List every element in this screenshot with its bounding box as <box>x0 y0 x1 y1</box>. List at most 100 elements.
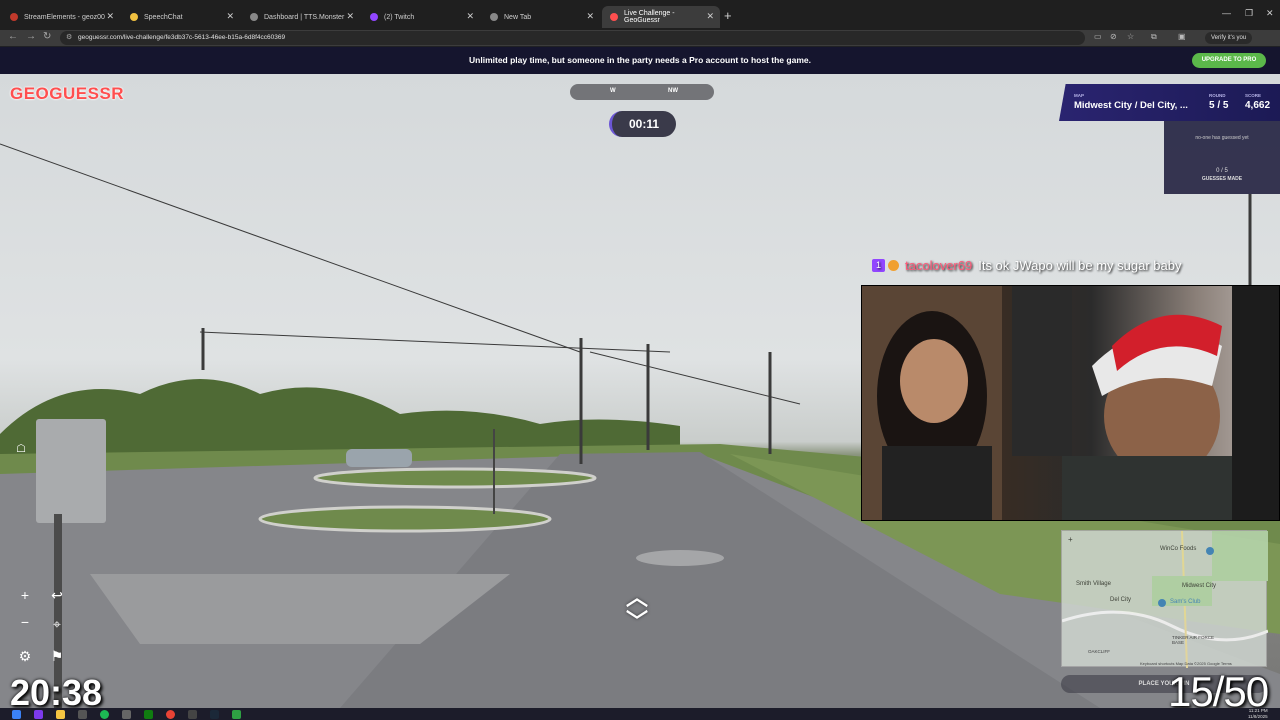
windows-start-icon[interactable] <box>12 710 21 719</box>
extensions-icon[interactable]: ⧉ <box>1151 32 1157 42</box>
chat-message: 1 tacolover69 Its ok JWapo will be my su… <box>872 258 1181 273</box>
round-timer: 00:11 <box>609 111 676 137</box>
obs-icon[interactable] <box>188 710 197 719</box>
undo-move-icon[interactable]: ↩ <box>46 584 68 606</box>
guess-note: no-one has guessed yet <box>1195 135 1249 141</box>
compass-west: W <box>610 88 616 94</box>
close-icon[interactable]: ✕ <box>346 11 354 22</box>
url-field[interactable]: ⚙ geoguessr.com/live-challenge/fe3db37c-… <box>60 31 1085 45</box>
round-label: ROUND <box>1209 93 1226 98</box>
steam-icon[interactable] <box>210 710 219 719</box>
score-value: 4,662 <box>1245 100 1271 111</box>
sidebar-icon[interactable]: ▣ <box>1178 32 1186 41</box>
parked-van <box>346 449 412 467</box>
minimize-icon[interactable]: — <box>1222 8 1231 18</box>
window-close-icon[interactable]: ✕ <box>1266 8 1274 19</box>
settings-gear-icon[interactable]: ⚙ <box>14 645 36 667</box>
minimap-label-tinker-afb: TINKER AIR FORCE BASE <box>1172 635 1215 645</box>
tab-tts-monster[interactable]: Dashboard | TTS.Monster ✕ <box>242 6 360 28</box>
back-arrow-icon[interactable]: ← <box>8 31 18 42</box>
eye-off-icon[interactable]: ⊘ <box>1110 32 1117 41</box>
app-icon[interactable] <box>34 710 43 719</box>
gift-badge-icon <box>888 260 899 271</box>
star-icon[interactable]: ☆ <box>1127 32 1134 41</box>
minimap-label-del-city: Del City <box>1110 597 1132 603</box>
round-value: 5 / 5 <box>1209 100 1229 111</box>
tab-twitch[interactable]: (2) Twitch ✕ <box>362 6 480 28</box>
close-icon[interactable]: ✕ <box>706 11 714 22</box>
chrome-icon <box>490 13 498 21</box>
guess-minimap[interactable]: + WinCo Foods Smith Village Midwest City… <box>1061 530 1268 668</box>
speechchat-icon <box>130 13 138 21</box>
map-value: Midwest City / Del City, ... <box>1074 100 1188 111</box>
webcam-feed <box>861 285 1280 521</box>
app-icon[interactable] <box>122 710 131 719</box>
streamelements-icon <box>10 13 18 21</box>
webcam-drawing <box>862 286 1279 520</box>
report-icon[interactable]: ☖ <box>10 438 32 460</box>
close-icon[interactable]: ✕ <box>106 11 114 22</box>
median-back <box>313 467 597 489</box>
flag-checkpoint-icon[interactable]: ⚑ <box>46 645 68 667</box>
tab-streamelements[interactable]: StreamElements - geoz00 ✕ <box>2 6 120 28</box>
score-label: SCORE <box>1245 93 1262 98</box>
chrome-icon[interactable] <box>166 710 175 719</box>
map-label: MAP <box>1074 93 1084 98</box>
guesses-count: 0 / 5 <box>1216 168 1228 174</box>
guesses-panel: no-one has guessed yet 0 / 5 GUESSES MAD… <box>1164 121 1280 194</box>
close-icon[interactable]: ✕ <box>466 11 474 22</box>
twitch-icon <box>370 13 378 21</box>
xbox-icon[interactable] <box>144 710 153 719</box>
maximize-icon[interactable]: ❐ <box>1245 8 1253 19</box>
profile-button[interactable]: Verify it's you <box>1205 32 1253 44</box>
chat-username: tacolover69 <box>905 258 973 273</box>
power-lines <box>0 143 801 405</box>
sign-back <box>36 419 106 523</box>
cast-icon[interactable]: ▭ <box>1094 32 1102 41</box>
tab-speechchat[interactable]: SpeechChat ✕ <box>122 6 240 28</box>
tts-monster-icon <box>250 13 258 21</box>
spotify-icon[interactable] <box>100 710 109 719</box>
forward-arrow-icon[interactable]: → <box>26 31 36 42</box>
chat-text: Its ok JWapo will be my sugar baby <box>978 258 1182 273</box>
geoguessr-logo[interactable]: GEOGUESSR <box>10 84 124 104</box>
minimap-label-sams-club: Sam's Club <box>1170 599 1201 605</box>
shop-pin-icon <box>1206 547 1214 555</box>
tab-geoguessr[interactable]: Live Challenge - GeoGuessr ✕ <box>602 6 720 28</box>
game-status-panel: MAP Midwest City / Del City, ... ROUND 5… <box>1059 84 1280 121</box>
new-tab-plus-icon[interactable]: + <box>724 8 732 23</box>
upgrade-to-pro-button[interactable]: UPGRADE TO PRO <box>1192 53 1266 68</box>
minimap-label-smith-village: Smith Village <box>1076 581 1111 587</box>
zoom-out-icon[interactable]: − <box>14 611 36 633</box>
geoguessr-pin-icon <box>610 13 618 21</box>
windows-taskbar: 11:21 PM 11/8/2025 <box>0 708 1280 720</box>
minimap-label-midwest-city: Midwest City <box>1182 583 1217 589</box>
minimap-label-oakcliff: OAKCLIFF <box>1088 649 1111 654</box>
close-icon[interactable]: ✕ <box>226 11 234 22</box>
taskbar-date: 11/8/2025 <box>1248 714 1268 719</box>
tab-new-tab[interactable]: New Tab ✕ <box>482 6 600 28</box>
compass-bar: W NW <box>570 84 714 100</box>
minimap-zoom-in-icon[interactable]: + <box>1068 535 1073 544</box>
zoom-in-icon[interactable]: + <box>14 584 36 606</box>
banner-text: Unlimited play time, but someone in the … <box>469 55 811 65</box>
pano-cursor-ring <box>636 550 724 566</box>
close-icon[interactable]: ✕ <box>586 11 594 22</box>
return-to-start-icon[interactable]: ⌖ <box>46 613 68 635</box>
site-info-icon[interactable]: ⚙ <box>66 31 72 45</box>
taskbar-clock[interactable]: 11:21 PM 11/8/2025 <box>1248 708 1268 720</box>
minimap-footer: Keyboard shortcuts Map Data ©2025 Google… <box>1140 661 1232 666</box>
compass-northwest: NW <box>668 88 678 94</box>
median-front <box>258 505 552 533</box>
address-bar-row: ← → ↻ ⚙ geoguessr.com/live-challenge/fe3… <box>0 30 1280 46</box>
profile-label: Verify it's you <box>1211 35 1247 41</box>
subscriber-badge-icon: 1 <box>872 259 885 272</box>
browser-tabstrip: StreamElements - geoz00 ✕ SpeechChat ✕ D… <box>0 0 1280 30</box>
minimap-label-winco: WinCo Foods <box>1160 546 1197 552</box>
shop-pin-icon <box>1158 599 1166 607</box>
reload-icon[interactable]: ↻ <box>43 31 51 42</box>
app-icon[interactable] <box>78 710 87 719</box>
file-explorer-icon[interactable] <box>56 710 65 719</box>
move-backward-arrow[interactable]: ﹀ <box>626 604 648 636</box>
app-icon[interactable] <box>232 710 241 719</box>
